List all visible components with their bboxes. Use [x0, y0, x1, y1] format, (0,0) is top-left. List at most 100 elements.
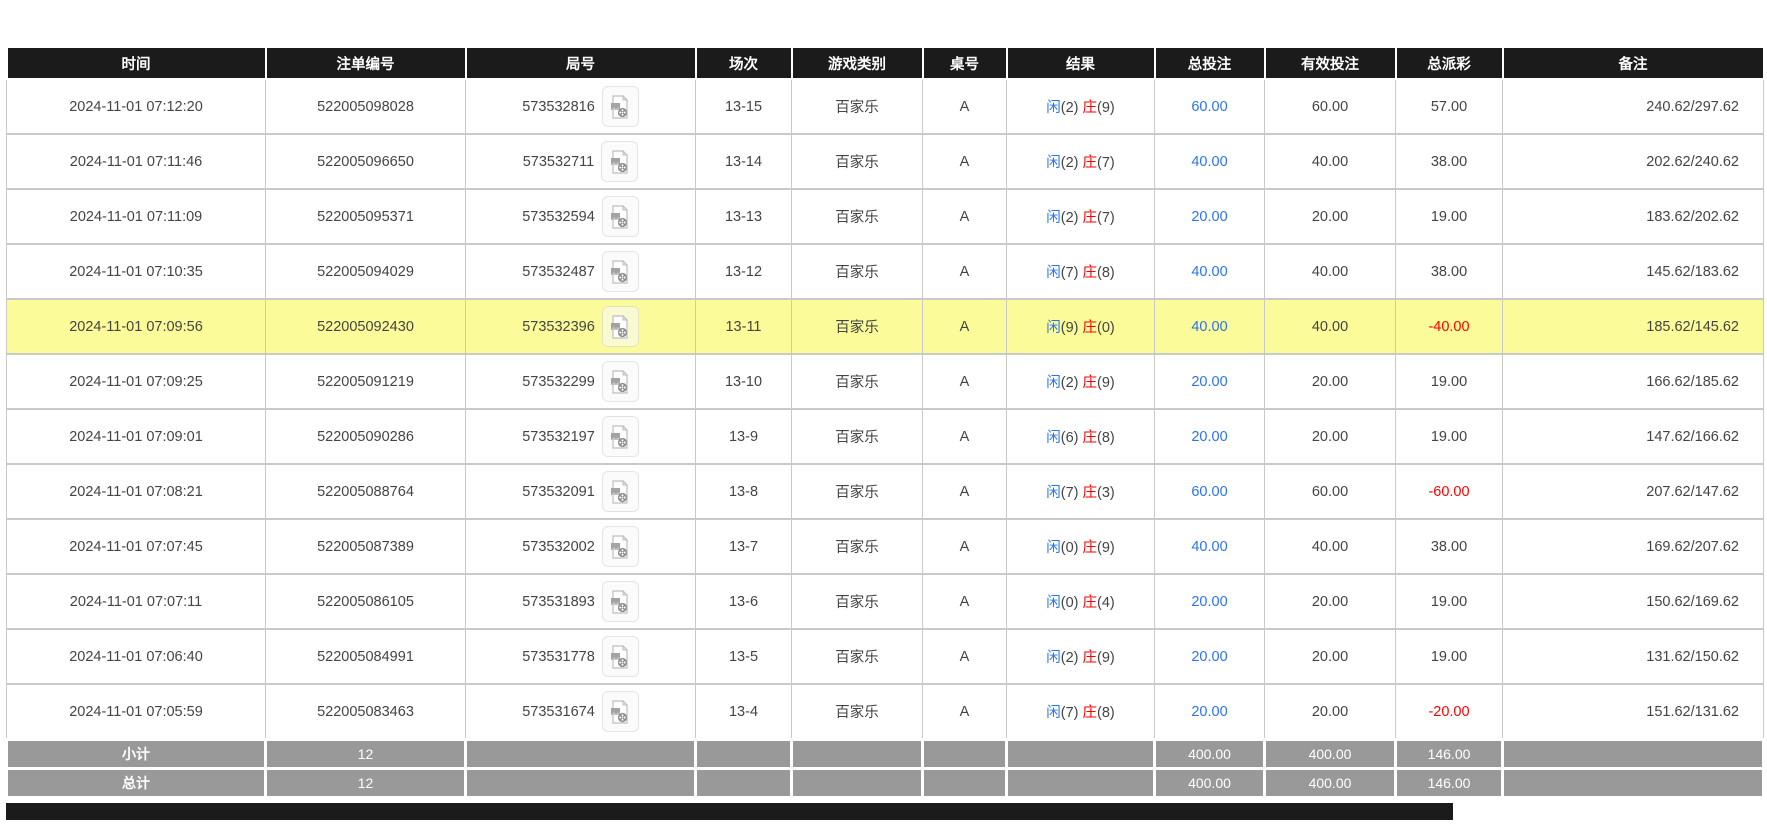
column-header-total-bet: 总投注: [1155, 47, 1265, 79]
column-header-time: 时间: [7, 47, 266, 79]
table-row[interactable]: 2024-11-01 07:11:09 522005095371 5735325…: [7, 189, 1764, 244]
video-replay-button[interactable]: [602, 416, 639, 457]
video-replay-button[interactable]: [602, 581, 639, 622]
result-banker-score: (9): [1097, 540, 1115, 556]
total-bet-link[interactable]: 20.00: [1155, 189, 1265, 244]
video-replay-button[interactable]: [601, 141, 638, 182]
total-bet-link[interactable]: 20.00: [1155, 684, 1265, 740]
valid-bet-cell: 40.00: [1265, 134, 1396, 189]
summary-payout: 146.00: [1396, 740, 1503, 769]
video-replay-button[interactable]: [602, 251, 639, 292]
table-row[interactable]: 2024-11-01 07:05:59 522005083463 5735316…: [7, 684, 1764, 740]
table-row[interactable]: 2024-11-01 07:08:21 522005088764 5735320…: [7, 464, 1764, 519]
session-cell: 13-14: [696, 134, 792, 189]
result-cell: 闲(0) 庄(4): [1007, 574, 1155, 629]
video-replay-button[interactable]: [602, 526, 639, 567]
payout-cell: 19.00: [1396, 189, 1503, 244]
video-file-icon: [610, 370, 630, 394]
horizontal-scrollbar-thumb[interactable]: [6, 803, 1453, 820]
time-cell: 2024-11-01 07:05:59: [7, 684, 266, 740]
round-cell: 573532002: [466, 519, 696, 574]
video-replay-button[interactable]: [602, 306, 639, 347]
total-bet-link[interactable]: 60.00: [1155, 464, 1265, 519]
table-row[interactable]: 2024-11-01 07:11:46 522005096650 5735327…: [7, 134, 1764, 189]
total-bet-link[interactable]: 20.00: [1155, 409, 1265, 464]
bet-id-cell: 522005092430: [266, 299, 466, 354]
total-bet-link[interactable]: 20.00: [1155, 354, 1265, 409]
result-banker-score: (8): [1097, 705, 1115, 721]
round-number: 573531674: [522, 704, 595, 720]
bet-id-cell: 522005096650: [266, 134, 466, 189]
result-cell: 闲(7) 庄(8): [1007, 244, 1155, 299]
payout-cell: 19.00: [1396, 629, 1503, 684]
table-row[interactable]: 2024-11-01 07:07:11 522005086105 5735318…: [7, 574, 1764, 629]
session-cell: 13-12: [696, 244, 792, 299]
table-row[interactable]: 2024-11-01 07:06:40 522005084991 5735317…: [7, 629, 1764, 684]
payout-cell: -20.00: [1396, 684, 1503, 740]
result-player-label: 闲: [1046, 210, 1061, 226]
result-banker-score: (8): [1097, 265, 1115, 281]
round-cell: 573532594: [466, 189, 696, 244]
total-bet-link[interactable]: 40.00: [1155, 519, 1265, 574]
round-cell: 573531893: [466, 574, 696, 629]
summary-total-bet: 400.00: [1155, 740, 1265, 769]
total-bet-link[interactable]: 40.00: [1155, 134, 1265, 189]
result-player-score: (2): [1061, 100, 1079, 116]
result-player-label: 闲: [1046, 320, 1061, 336]
bet-id-cell: 522005088764: [266, 464, 466, 519]
result-player-score: (2): [1061, 650, 1079, 666]
session-cell: 13-10: [696, 354, 792, 409]
table-number-cell: A: [923, 409, 1007, 464]
table-number-cell: A: [923, 244, 1007, 299]
result-banker-label: 庄: [1083, 540, 1098, 556]
result-banker-score: (9): [1097, 100, 1115, 116]
total-bet-link[interactable]: 40.00: [1155, 299, 1265, 354]
total-bet-link[interactable]: 60.00: [1155, 79, 1265, 134]
total-bet-link[interactable]: 20.00: [1155, 574, 1265, 629]
table-row[interactable]: 2024-11-01 07:07:45 522005087389 5735320…: [7, 519, 1764, 574]
video-replay-button[interactable]: [602, 471, 639, 512]
time-cell: 2024-11-01 07:12:20: [7, 79, 266, 134]
game-type-cell: 百家乐: [792, 79, 923, 134]
result-banker-score: (7): [1097, 155, 1115, 171]
bet-id-cell: 522005095371: [266, 189, 466, 244]
payout-cell: 38.00: [1396, 134, 1503, 189]
video-replay-button[interactable]: [602, 86, 639, 127]
table-row[interactable]: 2024-11-01 07:09:01 522005090286 5735321…: [7, 409, 1764, 464]
table-number-cell: A: [923, 354, 1007, 409]
table-row[interactable]: 2024-11-01 07:09:25 522005091219 5735322…: [7, 354, 1764, 409]
result-banker-label: 庄: [1083, 100, 1098, 116]
session-cell: 13-13: [696, 189, 792, 244]
time-cell: 2024-11-01 07:11:46: [7, 134, 266, 189]
video-replay-button[interactable]: [602, 196, 639, 237]
valid-bet-cell: 60.00: [1265, 464, 1396, 519]
table-number-cell: A: [923, 684, 1007, 740]
payout-cell: 19.00: [1396, 409, 1503, 464]
bet-id-cell: 522005084991: [266, 629, 466, 684]
result-player-score: (7): [1061, 265, 1079, 281]
result-player-score: (2): [1061, 375, 1079, 391]
result-banker-label: 庄: [1083, 320, 1098, 336]
result-player-label: 闲: [1046, 650, 1061, 666]
summary-empty-cell: [696, 740, 792, 769]
round-number: 573531893: [522, 594, 595, 610]
video-replay-button[interactable]: [602, 691, 639, 732]
summary-empty-cell: [466, 769, 696, 798]
table-row[interactable]: 2024-11-01 07:12:20 522005098028 5735328…: [7, 79, 1764, 134]
table-row[interactable]: 2024-11-01 07:09:56 522005092430 5735323…: [7, 299, 1764, 354]
video-replay-button[interactable]: [602, 636, 639, 677]
video-file-icon: [610, 700, 630, 724]
remark-cell: 185.62/145.62: [1503, 299, 1764, 354]
summary-valid-bet: 400.00: [1265, 740, 1396, 769]
table-row[interactable]: 2024-11-01 07:10:35 522005094029 5735324…: [7, 244, 1764, 299]
result-cell: 闲(0) 庄(9): [1007, 519, 1155, 574]
result-cell: 闲(9) 庄(0): [1007, 299, 1155, 354]
result-player-score: (0): [1061, 595, 1079, 611]
total-bet-link[interactable]: 20.00: [1155, 629, 1265, 684]
video-file-icon: [610, 150, 630, 174]
video-replay-button[interactable]: [602, 361, 639, 402]
remark-cell: 183.62/202.62: [1503, 189, 1764, 244]
total-bet-link[interactable]: 40.00: [1155, 244, 1265, 299]
session-cell: 13-8: [696, 464, 792, 519]
result-banker-score: (8): [1097, 430, 1115, 446]
